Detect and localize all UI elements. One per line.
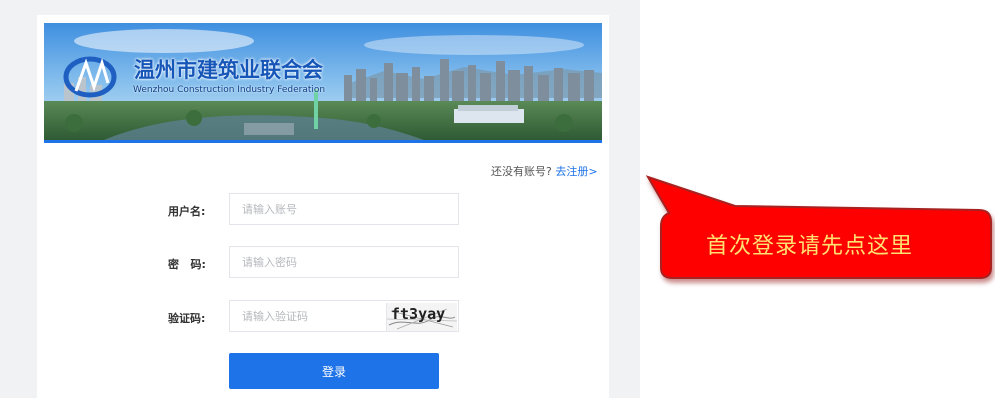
username-field-wrapper (229, 193, 459, 225)
login-button[interactable]: 登录 (229, 353, 439, 389)
password-input[interactable] (230, 247, 458, 277)
captcha-code: ft3yay (391, 305, 446, 323)
username-label: 用户名: (168, 205, 206, 218)
password-field-wrapper (229, 246, 459, 278)
register-link[interactable]: 去注册> (555, 165, 597, 178)
register-hint: 还没有账号? 去注册> (491, 163, 598, 179)
register-prompt: 还没有账号? (491, 165, 552, 178)
captcha-input[interactable] (230, 301, 385, 331)
captcha-image[interactable]: ft3yay (386, 303, 457, 331)
username-input[interactable] (230, 194, 458, 224)
banner-accent-line (44, 140, 602, 143)
banner-title: 温州市建筑业联合会 (134, 58, 323, 82)
banner-subtitle: Wenzhou Construction Industry Federation (133, 85, 326, 95)
callout-text: 首次登录请先点这里 (706, 234, 914, 259)
banner (44, 23, 602, 140)
password-label: 密 码: (168, 258, 206, 271)
captcha-label: 验证码: (168, 312, 206, 325)
